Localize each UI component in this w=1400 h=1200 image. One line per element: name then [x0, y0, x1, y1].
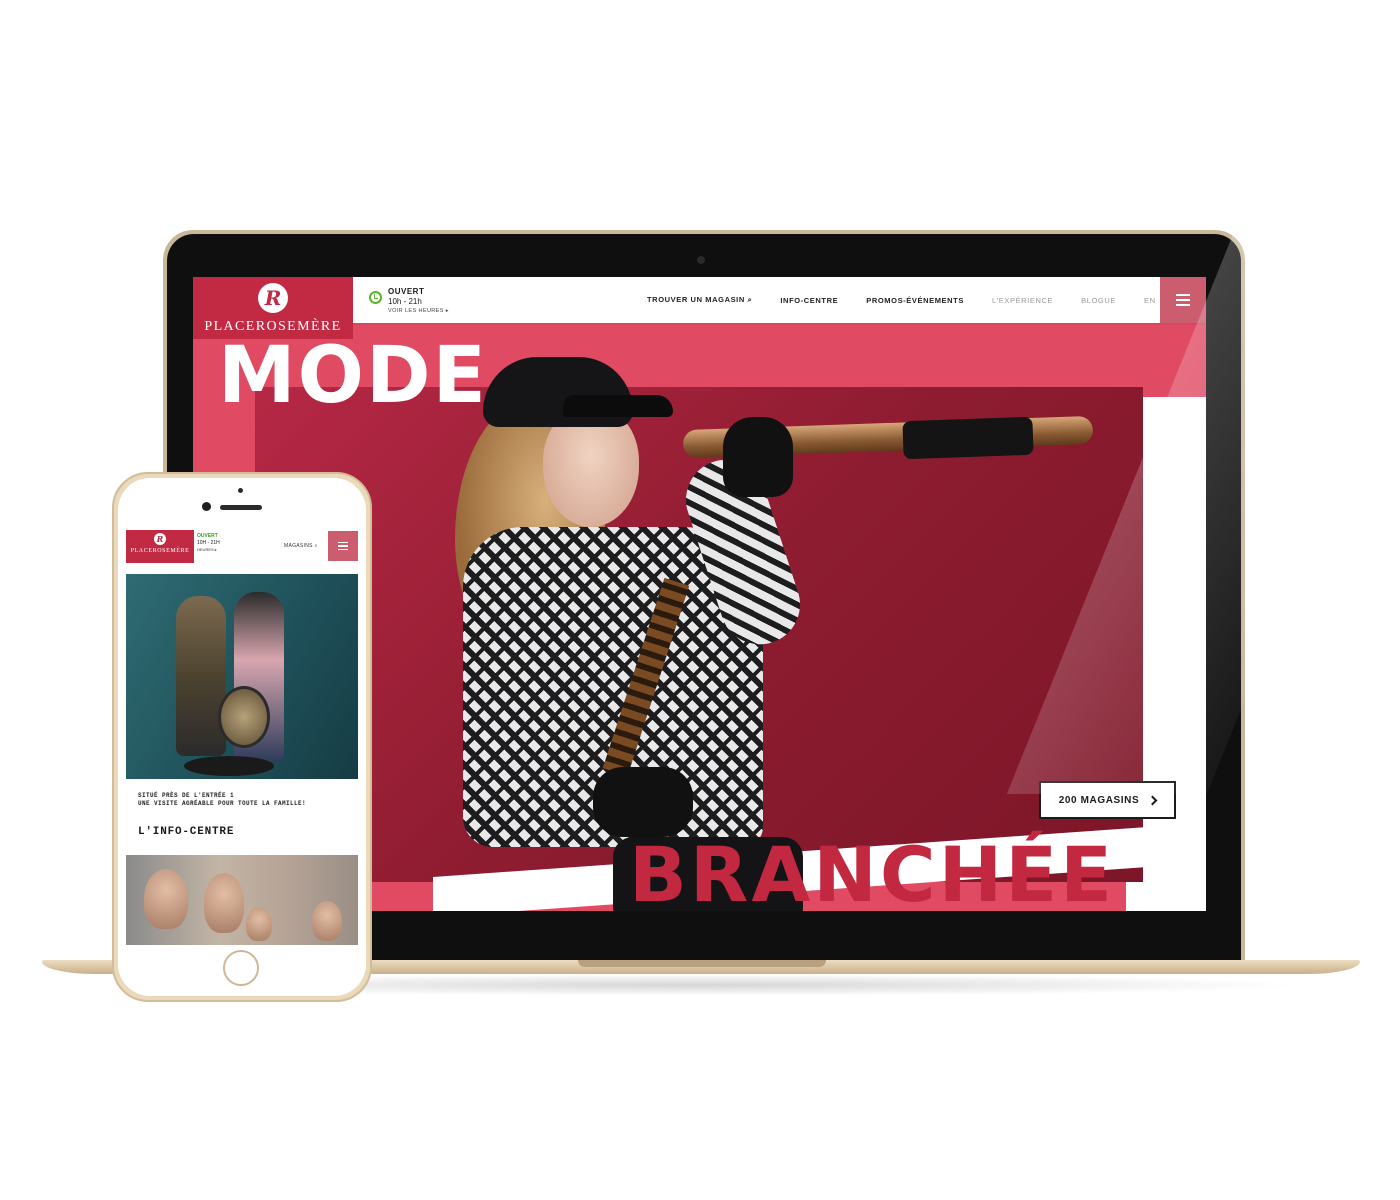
model-cap-bill	[563, 395, 673, 417]
hero-model-image	[443, 357, 1094, 911]
mobile-menu-icon[interactable]	[328, 531, 358, 561]
menu-icon[interactable]	[1160, 277, 1206, 323]
mobile-hours-status: OUVERT	[197, 533, 218, 539]
hours-time: 10h - 21h	[388, 297, 422, 306]
person-woman	[204, 873, 244, 933]
person-man	[144, 869, 188, 929]
mobile-hours[interactable]: OUVERT 10H - 21H HEURES ▸	[197, 533, 220, 552]
mobile-stores-link[interactable]: MAGASINS ⌕	[284, 543, 318, 549]
mobile-logo[interactable]: R PLACEROSEMÈRE	[126, 530, 194, 563]
mobile-hero-image	[126, 574, 358, 779]
mobile-logo-mark: R	[154, 533, 166, 545]
nav-promos-events[interactable]: PROMOS-ÉVÉNEMENTS	[852, 296, 978, 305]
person-child-2	[312, 901, 342, 941]
site-logo[interactable]: R PLACEROSEMÈRE	[193, 277, 353, 339]
mobile-section-title: L'INFO-CENTRE	[138, 826, 235, 838]
compass	[218, 686, 270, 748]
nav-experience[interactable]: L'EXPÉRIENCE	[978, 296, 1067, 305]
logo-text: PLACEROSEMÈRE	[204, 319, 342, 334]
clock-icon	[369, 291, 382, 304]
model-glove-lower	[593, 767, 693, 837]
nav-find-store[interactable]: TROUVER UN MAGASIN ⌕	[633, 295, 766, 305]
laptop-camera	[697, 256, 705, 264]
mobile-logo-text: PLACEROSEMÈRE	[130, 548, 190, 554]
phone-camera	[202, 502, 211, 511]
hero-title-bottom: BRANCHÉE	[629, 830, 1116, 912]
telescope-grip	[902, 416, 1034, 460]
nav-blog[interactable]: BLOGUE	[1067, 296, 1130, 305]
pedestal	[184, 756, 274, 776]
hours-status: OUVERT	[388, 287, 425, 296]
hero-title-top: MODE	[218, 331, 488, 421]
hours-link[interactable]: VOIR LES HEURES ▸	[388, 308, 449, 314]
mobile-hours-link[interactable]: HEURES ▸	[197, 547, 220, 552]
chevron-right-icon	[1147, 795, 1158, 805]
mobile-navbar: R PLACEROSEMÈRE OUVERT 10H - 21H HEURES …	[126, 530, 358, 563]
stores-cta-label: 200 MAGASINS	[1058, 794, 1140, 806]
mobile-screen: R PLACEROSEMÈRE OUVERT 10H - 21H HEURES …	[126, 530, 358, 945]
phone-sensor	[238, 488, 243, 493]
phone-speaker	[220, 505, 262, 510]
person-child	[246, 907, 272, 941]
kid-boy	[176, 596, 226, 756]
main-nav: TROUVER UN MAGASIN ⌕ INFO-CENTRE PROMOS-…	[633, 277, 1170, 323]
laptop-notch	[578, 960, 826, 967]
family-photo	[126, 855, 358, 945]
logo-mark: R	[258, 283, 288, 313]
opening-hours[interactable]: OUVERT 10h - 21h VOIR LES HEURES ▸	[369, 287, 449, 314]
phone-home-button[interactable]	[223, 950, 259, 986]
nav-info-centre[interactable]: INFO-CENTRE	[766, 296, 852, 305]
model-glove	[723, 417, 793, 497]
mobile-caption: SITUÉ PRÈS DE L'ENTRÉE 1 UNE VISITE AGRÉ…	[138, 792, 307, 807]
mobile-hours-time: 10H - 21H	[197, 540, 220, 546]
stores-cta-button[interactable]: 200 MAGASINS	[1039, 781, 1176, 819]
